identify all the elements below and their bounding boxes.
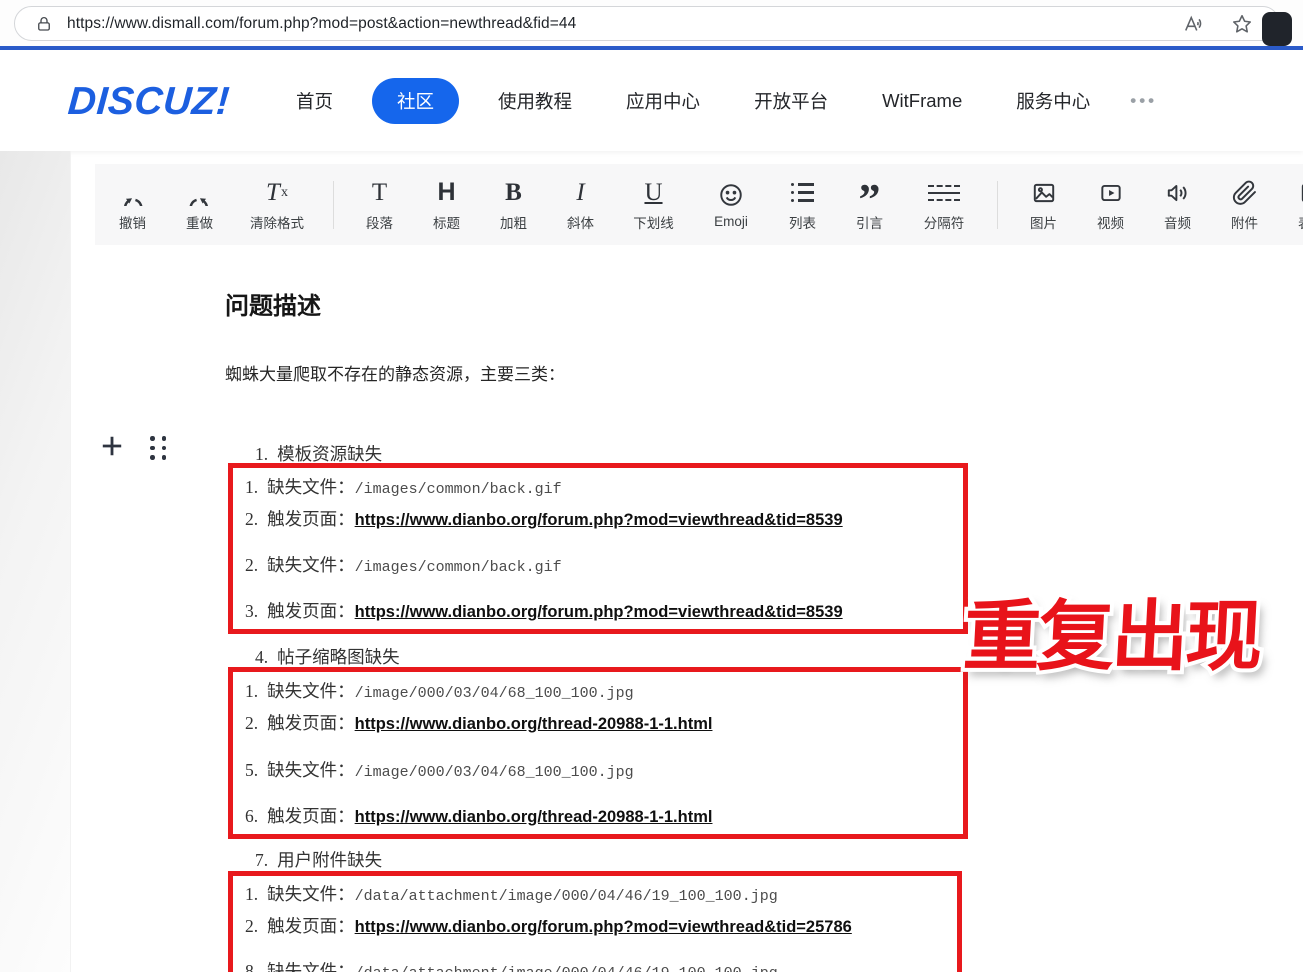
drag-handle-icon[interactable] <box>150 436 166 460</box>
underline-icon: U <box>644 178 662 208</box>
table-icon <box>1299 178 1303 208</box>
list-icon <box>791 178 815 208</box>
toolbar-divider <box>333 181 334 229</box>
editor-toolbar: 撤销 重做 Tx 清除格式 T 段落 H 标题 B 加粗 I 斜体 <box>95 164 1303 245</box>
video-icon <box>1098 178 1124 208</box>
italic-icon: I <box>576 178 584 208</box>
trigger-page-row: 2.触发页面：https://www.dianbo.org/forum.php?… <box>245 913 852 935</box>
nav-item-openplatform[interactable]: 开放平台 <box>754 88 828 114</box>
file-path: /data/attachment/image/000/04/46/19_100_… <box>355 965 778 972</box>
undo-button[interactable]: 撤销 <box>99 178 166 232</box>
redo-icon <box>186 178 213 208</box>
clear-format-button[interactable]: Tx 清除格式 <box>233 178 321 232</box>
quote-icon: ” <box>859 178 881 208</box>
trigger-page-link[interactable]: https://www.dianbo.org/forum.php?mod=vie… <box>355 603 843 621</box>
separator-button[interactable]: 分隔符 <box>903 178 985 232</box>
list-item-thumbnail-missing: 4.帖子缩略图缺失 <box>255 644 400 669</box>
url-text: https://www.dismall.com/forum.php?mod=po… <box>67 15 1183 33</box>
page: https://www.dismall.com/forum.php?mod=po… <box>0 0 1303 972</box>
file-path: /images/common/back.gif <box>355 559 562 576</box>
clear-format-icon: Tx <box>266 178 288 208</box>
highlight-box-2: 1.缺失文件：/image/000/03/04/68_100_100.jpg 2… <box>228 667 968 839</box>
browser-bar: https://www.dismall.com/forum.php?mod=po… <box>0 0 1303 46</box>
italic-button[interactable]: I 斜体 <box>547 178 614 232</box>
trigger-page-row: 6.触发页面：https://www.dianbo.org/thread-209… <box>245 803 712 825</box>
list-button[interactable]: 列表 <box>769 178 836 232</box>
missing-file-row: 1.缺失文件：/data/attachment/image/000/04/46/… <box>245 881 778 903</box>
list-item-attachment-missing: 7.用户附件缺失 <box>255 847 382 872</box>
trigger-page-link[interactable]: https://www.dianbo.org/forum.php?mod=vie… <box>355 918 852 936</box>
nav-item-community[interactable]: 社区 <box>372 78 459 124</box>
redo-button[interactable]: 重做 <box>166 178 233 232</box>
page-left-shade <box>0 151 71 972</box>
video-button[interactable]: 视频 <box>1077 178 1144 232</box>
main-nav: 首页 社区 使用教程 应用中心 开放平台 WitFrame 服务中心 ••• <box>296 50 1157 151</box>
toolbar-divider <box>997 181 998 229</box>
file-path: /image/000/03/04/68_100_100.jpg <box>355 685 634 702</box>
missing-file-row: 5.缺失文件：/image/000/03/04/68_100_100.jpg <box>245 757 634 779</box>
nav-item-service[interactable]: 服务中心 <box>1016 88 1090 114</box>
site-header: DISCUZ! 首页 社区 使用教程 应用中心 开放平台 WitFrame 服务… <box>0 50 1303 151</box>
discuz-logo[interactable]: DISCUZ! <box>66 80 231 124</box>
attachment-button[interactable]: 附件 <box>1211 178 1278 232</box>
trigger-page-row: 2.触发页面：https://www.dianbo.org/thread-209… <box>245 710 712 732</box>
image-button[interactable]: 图片 <box>1010 178 1077 232</box>
read-aloud-icon[interactable] <box>1183 13 1205 35</box>
emoji-icon <box>718 180 744 210</box>
lock-icon <box>35 15 53 33</box>
attachment-icon <box>1232 178 1258 208</box>
nav-item-witframe[interactable]: WitFrame <box>882 90 962 112</box>
browser-profile-avatar[interactable] <box>1262 12 1292 46</box>
file-path: /image/000/03/04/68_100_100.jpg <box>355 764 634 781</box>
heading-button[interactable]: H 标题 <box>413 178 480 232</box>
nav-item-home[interactable]: 首页 <box>296 88 333 114</box>
trigger-page-link[interactable]: https://www.dianbo.org/thread-20988-1-1.… <box>355 715 713 733</box>
highlight-box-1: 1.缺失文件：/images/common/back.gif 2.触发页面：ht… <box>228 463 968 634</box>
doc-heading: 问题描述 <box>225 286 321 321</box>
emoji-button[interactable]: Emoji <box>693 180 769 229</box>
underline-button[interactable]: U 下划线 <box>614 178 693 232</box>
nav-item-tutorial[interactable]: 使用教程 <box>498 88 572 114</box>
file-path: /data/attachment/image/000/04/46/19_100_… <box>355 888 778 905</box>
quote-button[interactable]: ” 引言 <box>836 178 903 232</box>
annotation-text: 重复出现 <box>961 591 1262 683</box>
missing-file-row: 2.缺失文件：/images/common/back.gif <box>245 552 562 574</box>
file-path: /images/common/back.gif <box>355 481 562 498</box>
missing-file-row: 1.缺失文件：/images/common/back.gif <box>245 474 562 496</box>
bold-icon: B <box>505 178 522 208</box>
star-icon[interactable] <box>1231 13 1253 35</box>
trigger-page-link[interactable]: https://www.dianbo.org/thread-20988-1-1.… <box>355 808 713 826</box>
add-block-icon[interactable] <box>99 433 125 459</box>
heading-icon: H <box>437 178 455 208</box>
trigger-page-link[interactable]: https://www.dianbo.org/forum.php?mod=vie… <box>355 511 843 529</box>
audio-icon <box>1165 178 1191 208</box>
doc-intro: 蜘蛛大量爬取不存在的静态资源，主要三类： <box>225 360 565 385</box>
image-icon <box>1031 178 1057 208</box>
paragraph-button[interactable]: T 段落 <box>346 178 413 232</box>
paragraph-icon: T <box>372 178 387 208</box>
nav-item-appcenter[interactable]: 应用中心 <box>626 88 700 114</box>
audio-button[interactable]: 音频 <box>1144 178 1211 232</box>
missing-file-row: 8.缺失文件：/data/attachment/image/000/04/46/… <box>245 958 778 972</box>
highlight-box-3: 1.缺失文件：/data/attachment/image/000/04/46/… <box>228 871 962 972</box>
bold-button[interactable]: B 加粗 <box>480 178 547 232</box>
nav-more-button[interactable]: ••• <box>1130 91 1157 111</box>
missing-file-row: 1.缺失文件：/image/000/03/04/68_100_100.jpg <box>245 678 634 700</box>
table-button[interactable]: 表格 <box>1278 178 1303 232</box>
url-bar[interactable]: https://www.dismall.com/forum.php?mod=po… <box>14 6 1280 41</box>
trigger-page-row: 2.触发页面：https://www.dianbo.org/forum.php?… <box>245 506 843 528</box>
separator-icon <box>928 178 960 208</box>
trigger-page-row: 3.触发页面：https://www.dianbo.org/forum.php?… <box>245 598 843 620</box>
undo-icon <box>119 178 146 208</box>
